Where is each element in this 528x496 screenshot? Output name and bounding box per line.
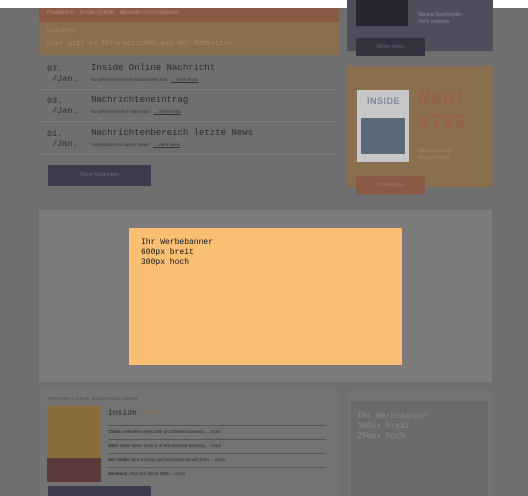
news-date: 03. /Jan. bbox=[47, 96, 78, 116]
beer-image bbox=[47, 406, 101, 482]
header-red-text: Redaktion · Inside Online · aktuelle Inf… bbox=[47, 10, 179, 16]
news-date: 07. /Jan. bbox=[47, 64, 78, 84]
news-title[interactable]: Nachrichteneintrag bbox=[91, 95, 188, 105]
read-more-button[interactable]: Weiter lesen bbox=[356, 38, 425, 56]
news-subtitle: So sehen jetzt neuen Nachrichten aus... … bbox=[91, 77, 199, 82]
news-more-link[interactable]: ... mehr lesen bbox=[154, 109, 181, 114]
header-orange-text: Hier gibt es Informationen aus der Redak… bbox=[47, 40, 232, 48]
header-red-bar: Redaktion · Inside Online · aktuelle Inf… bbox=[39, 8, 339, 22]
international-label: INTERNATIONAL BEVERAGE NEWS bbox=[48, 396, 138, 401]
new-issue-subtitle: Die neue Inside Magazin lesen bbox=[418, 148, 453, 161]
header-orange-bar: Inside Online Hier gibt es Informationen… bbox=[39, 22, 339, 55]
international-row[interactable]: Germany: Rumors about BBB ... more bbox=[108, 467, 326, 480]
news-subtitle: So sehen jetzt hier Notes aus... mehr le… bbox=[91, 109, 182, 114]
author-text: Markus Barnhoeller mehr erfahren bbox=[418, 12, 462, 25]
news-title[interactable]: Nachrichtenbereich letzte News bbox=[91, 128, 253, 138]
side-ad-text: Ihr Werbebanner 300px breit 250px hoch bbox=[357, 412, 430, 441]
side-ad-banner[interactable]: Ihr Werbebanner 300px breit 250px hoch bbox=[351, 401, 488, 496]
flag-image bbox=[47, 458, 101, 482]
new-issue-title: Neu! #792 bbox=[418, 88, 467, 135]
news-more-link[interactable]: ... mehr lesen bbox=[171, 77, 198, 82]
news-date: 01. /Jan. bbox=[47, 129, 78, 149]
international-row[interactable]: USA: Bank takes control of Smuttynose Br… bbox=[108, 439, 326, 452]
ad-banner[interactable]: Ihr Werbebanner 600px breit 300px hoch bbox=[129, 228, 402, 365]
news-subtitle: Subheadline zu diesen News... mehr lesen bbox=[91, 142, 181, 147]
news-item[interactable]: 07. /Jan. Inside Online Nachricht So seh… bbox=[39, 58, 339, 90]
magazine-cover-image bbox=[361, 118, 405, 154]
international-row[interactable]: UK / India: Bira Energy and Heineken ben… bbox=[108, 453, 326, 466]
magazine-cover[interactable]: INSIDE bbox=[357, 90, 409, 162]
news-more-link[interactable]: ... mehr lesen bbox=[153, 142, 180, 147]
news-item[interactable]: 01. /Jan. Nachrichtenbereich letzte News… bbox=[39, 123, 339, 155]
international-more-button[interactable] bbox=[48, 486, 151, 496]
magazine-logo: INSIDE bbox=[367, 96, 401, 106]
ad-banner-text: Ihr Werbebanner 600px breit 300px hoch bbox=[141, 238, 214, 267]
avatar bbox=[356, 0, 408, 26]
international-title: inside beer bbox=[108, 409, 161, 418]
older-news-button[interactable]: Ältere Meldungen bbox=[48, 165, 151, 186]
international-row[interactable]: China: Heineken eyes sale of Chinese bus… bbox=[108, 425, 326, 438]
header-orange-small: Inside Online bbox=[47, 28, 77, 34]
news-title[interactable]: Inside Online Nachricht bbox=[91, 63, 215, 73]
issue-button[interactable]: zur Ausgabe bbox=[356, 176, 425, 194]
news-item[interactable]: 03. /Jan. Nachrichteneintrag So sehen je… bbox=[39, 90, 339, 122]
